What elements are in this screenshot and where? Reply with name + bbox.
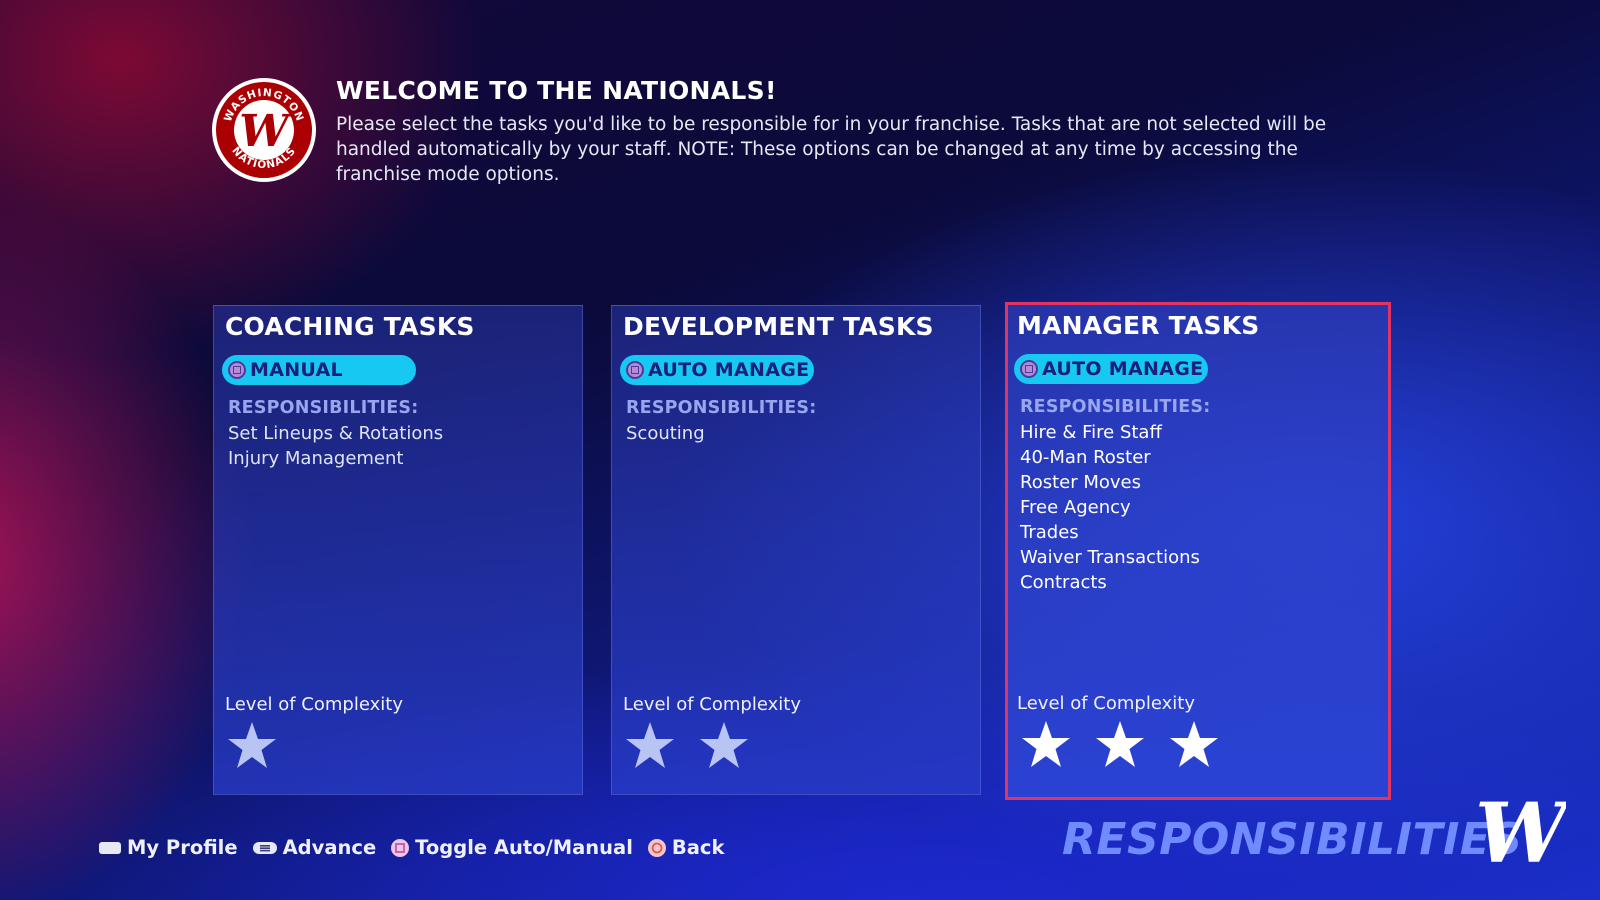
star-icon [700, 722, 748, 768]
responsibility-item: Free Agency [1020, 497, 1131, 518]
card-development-tasks[interactable]: DEVELOPMENT TASKS AUTO MANAGE RESPONSIBI… [611, 305, 981, 795]
responsibility-item: Trades [1020, 522, 1079, 543]
card-coaching-tasks[interactable]: COACHING TASKS MANUAL RESPONSIBILITIES: … [213, 305, 583, 795]
my-profile-button[interactable]: My Profile [98, 836, 238, 859]
responsibilities-label: RESPONSIBILITIES: [228, 398, 419, 418]
complexity-stars [226, 720, 278, 772]
star-icon [1170, 721, 1218, 767]
my-profile-label: My Profile [127, 836, 238, 859]
nationals-logo: W WASHINGTON NATIONALS [212, 78, 316, 182]
page-description: Please select the tasks you'd like to be… [336, 114, 1327, 185]
toggle-manager-auto[interactable]: AUTO MANAGE [1014, 354, 1208, 384]
card-title: DEVELOPMENT TASKS [623, 312, 934, 341]
advance-label: Advance [282, 836, 377, 859]
touchpad-icon [99, 841, 121, 854]
responsibilities: RESPONSIBILITIES: Hire & Fire Staff 40-M… [1020, 397, 1210, 595]
complexity-label: Level of Complexity [225, 694, 403, 715]
header: W WASHINGTON NATIONALS WELCOME TO THE NA… [210, 76, 1380, 186]
responsibilities: RESPONSIBILITIES: Scouting [626, 398, 816, 446]
circle-button-icon [647, 838, 666, 857]
toggle-auto-manual-button[interactable]: Toggle Auto/Manual [390, 836, 633, 859]
square-button-icon [228, 361, 246, 379]
svg-text:W: W [239, 106, 293, 157]
toggle-coaching-manual[interactable]: MANUAL [222, 355, 416, 385]
options-icon [252, 841, 277, 854]
card-title: COACHING TASKS [225, 312, 475, 341]
complexity-stars [1020, 719, 1220, 771]
toggle-label: AUTO MANAGE [648, 359, 810, 381]
complexity-label: Level of Complexity [623, 694, 801, 715]
square-button-icon [1020, 360, 1038, 378]
complexity-label: Level of Complexity [1017, 693, 1195, 714]
responsibility-item: Scouting [626, 423, 705, 444]
toggle-development-auto[interactable]: AUTO MANAGE [620, 355, 814, 385]
responsibilities-label: RESPONSIBILITIES: [626, 398, 817, 418]
svg-text:W: W [1476, 790, 1566, 880]
star-icon [1096, 721, 1144, 767]
responsibility-item: Injury Management [228, 448, 404, 469]
star-icon [228, 722, 276, 768]
responsibilities: RESPONSIBILITIES: Set Lineups & Rotation… [228, 398, 443, 471]
responsibility-item: Roster Moves [1020, 472, 1141, 493]
back-label: Back [671, 836, 725, 859]
screen-title: RESPONSIBILITIES [1062, 814, 1523, 865]
nationals-w-logo: W [1476, 790, 1566, 880]
card-manager-tasks[interactable]: MANAGER TASKS AUTO MANAGE RESPONSIBILITI… [1005, 302, 1391, 800]
responsibility-item: Hire & Fire Staff [1020, 422, 1162, 443]
responsibility-item: Contracts [1020, 572, 1107, 593]
responsibility-item: Waiver Transactions [1020, 547, 1200, 568]
responsibilities-label: RESPONSIBILITIES: [1020, 397, 1211, 417]
card-title: MANAGER TASKS [1017, 311, 1260, 340]
advance-button[interactable]: Advance [252, 836, 377, 859]
page-title: WELCOME TO THE NATIONALS! [336, 76, 777, 105]
star-icon [1022, 721, 1070, 767]
toggle-label: MANUAL [250, 359, 343, 381]
footer-controls: My Profile Advance Toggle Auto/Manual Ba… [98, 836, 738, 859]
star-icon [626, 722, 674, 768]
complexity-stars [624, 720, 750, 772]
square-button-icon [391, 838, 410, 857]
responsibility-item: Set Lineups & Rotations [228, 423, 444, 444]
responsibility-item: 40-Man Roster [1020, 447, 1151, 468]
back-button[interactable]: Back [647, 836, 725, 859]
toggle-auto-manual-label: Toggle Auto/Manual [415, 836, 633, 859]
toggle-label: AUTO MANAGE [1042, 358, 1204, 380]
square-button-icon [626, 361, 644, 379]
